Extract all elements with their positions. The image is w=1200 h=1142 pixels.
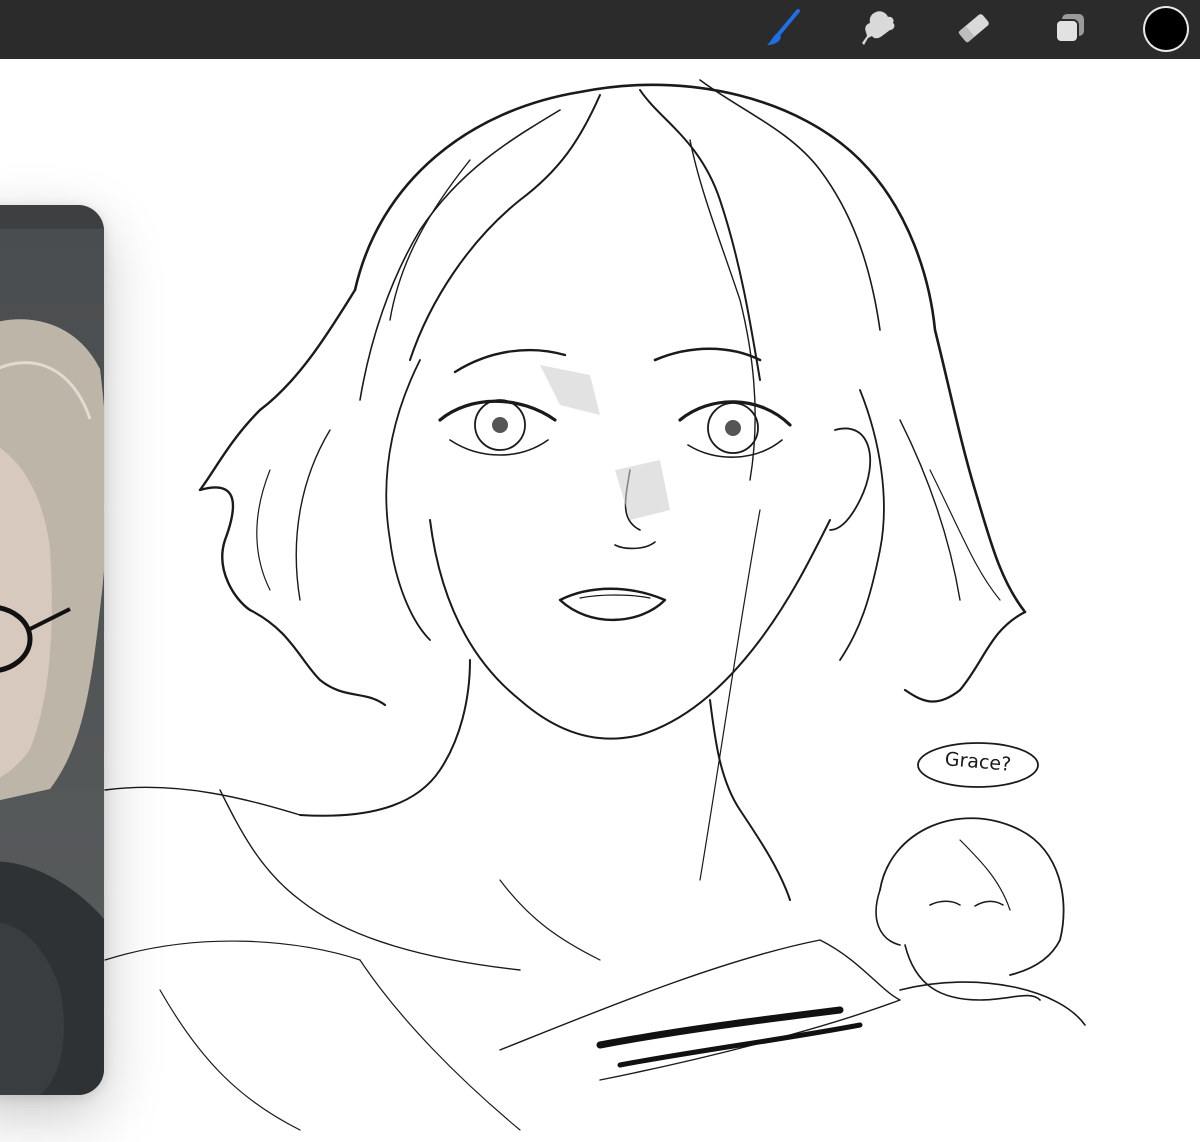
top-toolbar [0,0,1200,59]
drawing-canvas[interactable]: Grace? [0,59,1200,1142]
color-swatch-button[interactable] [1145,8,1187,50]
sketch-artwork [104,79,1086,1131]
smudge-icon [858,8,898,53]
layers-icon [1050,8,1090,53]
layers-tool-button[interactable] [1048,8,1092,52]
paintbrush-icon [764,8,804,53]
smudge-tool-button[interactable] [856,8,900,52]
reference-window[interactable] [0,205,104,1095]
reference-portrait-image [0,229,104,1095]
eraser-tool-button[interactable] [952,8,996,52]
eraser-icon [954,8,994,53]
reference-window-handle[interactable] [0,205,104,229]
brush-tool-button[interactable] [762,8,806,52]
